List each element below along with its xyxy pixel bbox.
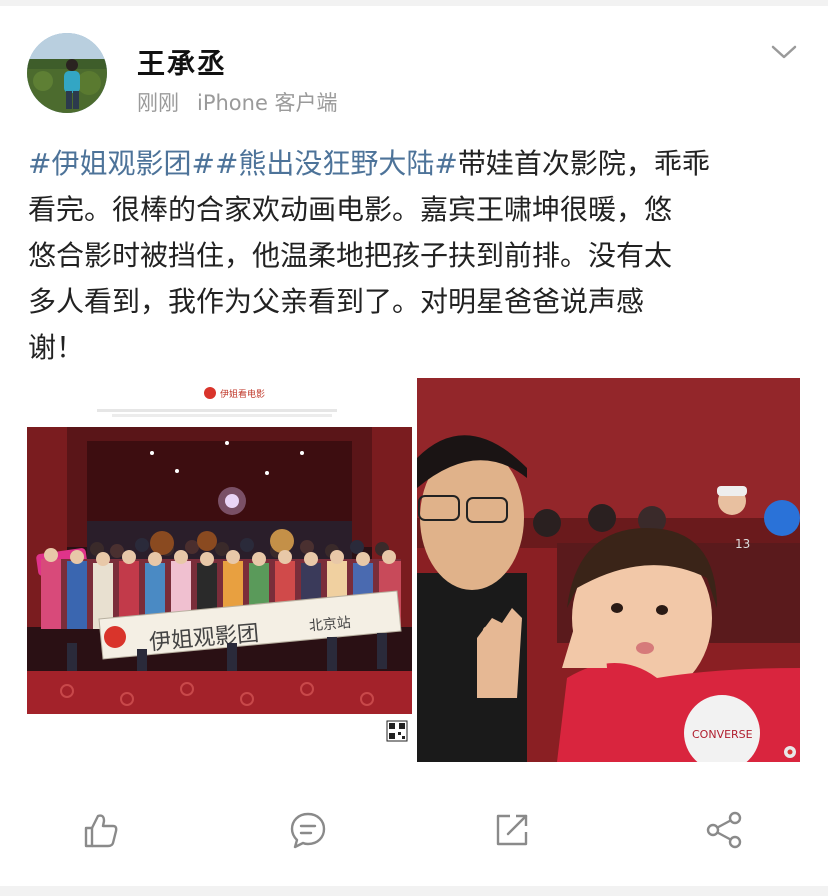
- author-name[interactable]: 王承丞: [137, 42, 227, 82]
- more-options-button[interactable]: [768, 40, 800, 64]
- hashtag-link[interactable]: #熊出没狂野大陆#: [215, 147, 458, 180]
- bottom-divider: [0, 886, 828, 896]
- post-text: #伊姐观影团##熊出没狂野大陆#带娃首次影院，乖乖 看完。很棒的合家欢动画电影。…: [28, 141, 804, 371]
- post-text-line: 多人看到，我作为父亲看到了。对明星爸爸说声感: [28, 285, 645, 318]
- post-photo-group[interactable]: 伊姐看电影 伊姐观影团 北京站: [27, 381, 412, 762]
- top-divider: [0, 0, 828, 6]
- thumbs-up-icon: [84, 814, 118, 848]
- post-photo-selfie[interactable]: 13 CONVERSE: [417, 378, 800, 762]
- repost-icon: [496, 814, 528, 846]
- share-button[interactable]: [703, 808, 747, 852]
- comment-icon: [290, 812, 326, 849]
- author-avatar[interactable]: [27, 33, 107, 113]
- comment-button[interactable]: [286, 808, 330, 852]
- photo-logo-text: 伊姐看电影: [220, 388, 265, 400]
- post-meta: 刚刚 iPhone 客户端: [137, 87, 338, 117]
- shirt-text: CONVERSE: [692, 728, 753, 741]
- chevron-down-icon: [771, 45, 797, 59]
- like-button[interactable]: [78, 808, 122, 852]
- post-text-line: 谢！: [28, 331, 85, 364]
- post-source: iPhone 客户端: [197, 91, 338, 115]
- action-bar: [0, 790, 828, 870]
- hashtag-link[interactable]: #伊姐观影团#: [28, 147, 215, 180]
- seat-number: 13: [735, 537, 750, 551]
- post-text-line: 悠合影时被挡住，他温柔地把孩子扶到前排。没有太: [28, 239, 673, 272]
- post-text-line: 看完。很棒的合家欢动画电影。嘉宾王啸坤很暖，悠: [28, 193, 673, 226]
- post-text-line: #伊姐观影团##熊出没狂野大陆#带娃首次影院，乖乖: [28, 141, 804, 187]
- repost-button[interactable]: [490, 808, 534, 852]
- post-text-segment: 带娃首次影院，乖乖: [457, 147, 710, 180]
- post-time: 刚刚: [137, 91, 179, 115]
- share-icon: [706, 811, 742, 849]
